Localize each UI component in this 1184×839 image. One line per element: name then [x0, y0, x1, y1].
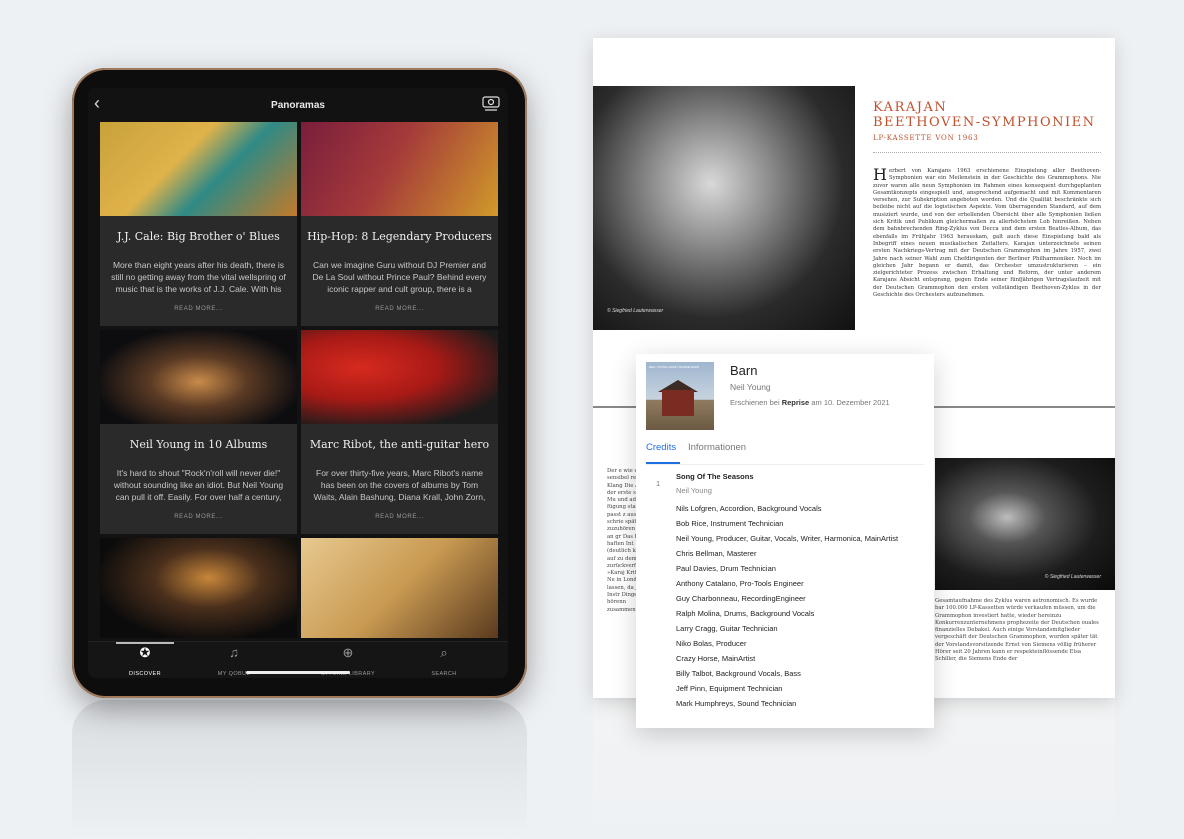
tablet-screen: ‹ Panoramas J.J. Cale: Big Brother o' Bl… [88, 88, 508, 678]
card-image [301, 330, 498, 424]
album-cover[interactable]: NEIL YOUNG CRAZY HORSE BARN [646, 362, 714, 430]
credit-item: Guy Charbonneau, RecordingEngineer [676, 594, 806, 603]
drop-cap: H [873, 165, 887, 184]
label-name[interactable]: Reprise [782, 398, 810, 407]
credit-item: Nils Lofgren, Accordion, Background Voca… [676, 504, 822, 513]
booklet-title-line1: KARAJAN [873, 100, 948, 115]
karajan-photo: © Siegfried Lauterwasser [593, 86, 855, 330]
top-bar: ‹ Panoramas [88, 88, 508, 122]
card-description: For over thirty-five years, Marc Ribot's… [313, 468, 486, 502]
panorama-card-marc-ribot[interactable]: Marc Ribot, the anti-guitar hero For ove… [301, 330, 498, 534]
download-icon: ⊕ [342, 645, 354, 660]
photo-credit: © Siegfried Lauterwasser [1044, 574, 1101, 580]
card-description: More than eight years after his death, t… [111, 260, 286, 294]
panorama-card-pianist[interactable] [100, 538, 297, 638]
booklet-title-line2: BEETHOVEN-SYMPHONIEN [873, 115, 1096, 130]
tablet-reflection [72, 700, 527, 839]
back-arrow-icon[interactable]: ‹ [94, 94, 100, 112]
bottom-navigation: ✪ DISCOVER ♫ MY QOBUZ ⊕ OFFLINE LIBRARY … [88, 641, 508, 678]
release-prefix: Erschienen bei [730, 398, 780, 407]
booklet-title: KARAJAN BEETHOVEN-SYMPHONIEN [873, 100, 1096, 130]
active-tab-indicator [116, 642, 174, 644]
nav-label: SEARCH [431, 671, 457, 677]
home-indicator[interactable] [246, 671, 350, 674]
album-title: Barn [730, 363, 758, 378]
card-description: It's hard to shout "Rock'n'roll will nev… [113, 468, 284, 502]
card-image [301, 122, 498, 216]
card-image [100, 538, 297, 638]
card-image [100, 330, 297, 424]
panorama-card-funk-band[interactable] [301, 538, 498, 638]
track-number: 1 [656, 479, 661, 488]
credit-item: Chris Bellman, Masterer [676, 549, 757, 558]
read-more-link[interactable]: READ MORE... [100, 306, 297, 312]
booklet-subtitle: LP-KASSETTE VON 1963 [873, 134, 979, 142]
karajan-conducting-photo: © Siegfried Lauterwasser [935, 458, 1115, 590]
read-more-link[interactable]: READ MORE... [301, 306, 498, 312]
credit-item: Crazy Horse, MainArtist [676, 654, 756, 663]
credit-item: Bob Rice, Instrument Technician [676, 519, 784, 528]
card-title: Neil Young in 10 Albums [129, 438, 268, 451]
release-info: Erschienen bei Reprise am 10. Dezember 2… [730, 398, 890, 407]
booklet-lower-right-text: Gesamtaufnahme des Zyklus waren astronom… [935, 598, 1099, 663]
credit-item: Jeff Pinn, Equipment Technician [676, 684, 783, 693]
credit-item: Billy Talbot, Background Vocals, Bass [676, 669, 801, 678]
album-detail-panel: NEIL YOUNG CRAZY HORSE BARN Barn Neil Yo… [636, 354, 934, 728]
music-note-icon: ♫ [229, 645, 239, 660]
cover-text: NEIL YOUNG CRAZY HORSE BARN [649, 365, 699, 369]
track-artist: Neil Young [676, 486, 712, 495]
booklet-paragraph: erbert von Karajans 1963 erschienene Ein… [873, 168, 1101, 299]
barn-shape [662, 390, 694, 416]
tab-credits[interactable]: Credits [646, 442, 676, 453]
booklet-body-text: Herbert von Karajans 1963 erschienene Ei… [873, 165, 1101, 299]
nav-discover[interactable]: ✪ DISCOVER [105, 646, 185, 678]
credit-item: Paul Davies, Drum Technician [676, 564, 776, 573]
compass-icon: ✪ [139, 645, 151, 660]
credit-item: Niko Bolas, Producer [676, 639, 747, 648]
card-title: Marc Ribot, the anti-guitar hero [309, 438, 490, 451]
cast-device-icon[interactable] [482, 96, 500, 112]
card-title: J.J. Cale: Big Brother o' Blues [117, 230, 280, 243]
track-title[interactable]: Song Of The Seasons [676, 472, 754, 481]
credit-item: Anthony Catalano, Pro-Tools Engineer [676, 579, 804, 588]
credit-item: Neil Young, Producer, Guitar, Vocals, Wr… [676, 534, 899, 543]
card-image [100, 122, 297, 216]
read-more-link[interactable]: READ MORE... [100, 514, 297, 520]
album-artist[interactable]: Neil Young [730, 382, 771, 392]
tablet-device: ‹ Panoramas J.J. Cale: Big Brother o' Bl… [72, 68, 527, 698]
read-more-link[interactable]: READ MORE... [301, 514, 498, 520]
release-date: am 10. Dezember 2021 [811, 398, 890, 407]
panorama-card-hip-hop[interactable]: Hip-Hop: 8 Legendary Producers Can we im… [301, 122, 498, 326]
card-description: Can we imagine Guru without DJ Premier a… [312, 260, 487, 294]
tab-informationen[interactable]: Informationen [688, 442, 746, 453]
credit-item: Mark Humphreys, Sound Technician [676, 699, 797, 708]
panorama-card-neil-young[interactable]: Neil Young in 10 Albums It's hard to sho… [100, 330, 297, 534]
search-icon: ⌕ [440, 645, 448, 660]
credit-item: Ralph Molina, Drums, Background Vocals [676, 609, 815, 618]
nav-search[interactable]: ⌕ SEARCH [404, 646, 484, 678]
tab-divider [646, 464, 924, 465]
page-title: Panoramas [271, 99, 325, 111]
photo-credit: © Siegfried Lauterwasser [607, 308, 664, 314]
card-title: Hip-Hop: 8 Legendary Producers [307, 230, 492, 243]
card-image [301, 538, 498, 638]
dotted-divider [873, 152, 1101, 153]
nav-label: DISCOVER [129, 671, 161, 677]
panorama-card-jj-cale[interactable]: J.J. Cale: Big Brother o' Blues More tha… [100, 122, 297, 326]
credit-item: Larry Cragg, Guitar Technician [676, 624, 778, 633]
